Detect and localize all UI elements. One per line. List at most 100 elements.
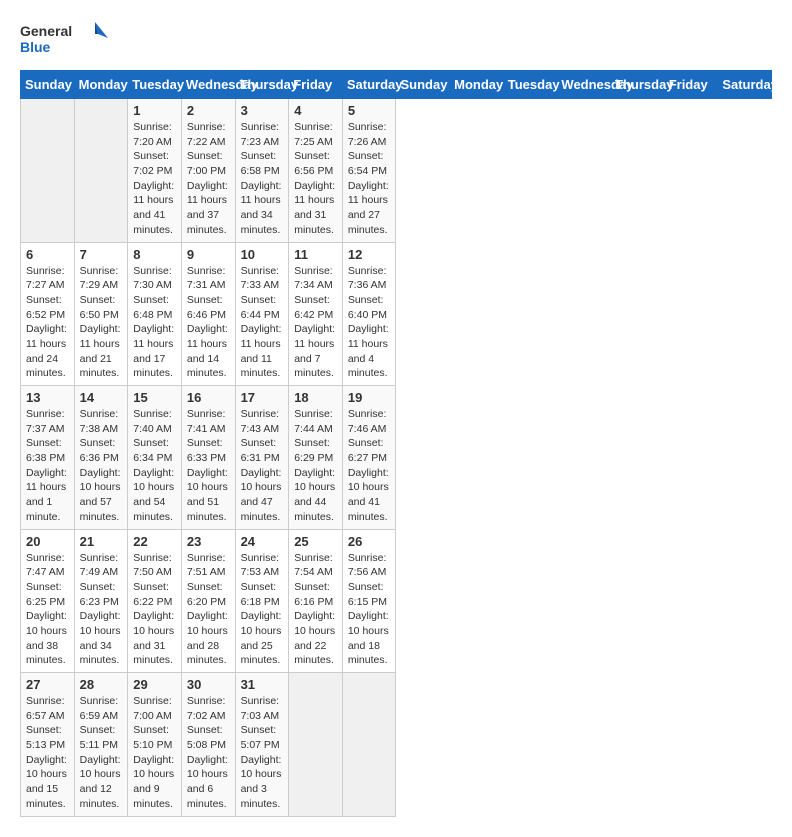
day-number: 31 bbox=[241, 677, 284, 692]
day-content: Sunrise: 7:38 AM Sunset: 6:36 PM Dayligh… bbox=[80, 407, 123, 525]
day-content: Sunrise: 7:44 AM Sunset: 6:29 PM Dayligh… bbox=[294, 407, 337, 525]
day-number: 26 bbox=[348, 534, 391, 549]
day-number: 1 bbox=[133, 103, 176, 118]
day-cell: 19 Sunrise: 7:46 AM Sunset: 6:27 PM Dayli… bbox=[342, 386, 396, 530]
day-header-saturday: Saturday bbox=[342, 71, 396, 99]
day-number: 2 bbox=[187, 103, 230, 118]
day-number: 19 bbox=[348, 390, 391, 405]
day-content: Sunrise: 7:37 AM Sunset: 6:38 PM Dayligh… bbox=[26, 407, 69, 525]
day-cell: 30 Sunrise: 7:02 AM Sunset: 5:08 PM Dayli… bbox=[181, 673, 235, 817]
day-header-wednesday: Wednesday bbox=[181, 71, 235, 99]
day-header-thursday: Thursday bbox=[235, 71, 289, 99]
day-content: Sunrise: 7:34 AM Sunset: 6:42 PM Dayligh… bbox=[294, 264, 337, 382]
day-number: 28 bbox=[80, 677, 123, 692]
day-cell bbox=[74, 99, 128, 243]
day-content: Sunrise: 7:43 AM Sunset: 6:31 PM Dayligh… bbox=[241, 407, 284, 525]
day-content: Sunrise: 7:33 AM Sunset: 6:44 PM Dayligh… bbox=[241, 264, 284, 382]
day-number: 4 bbox=[294, 103, 337, 118]
day-cell: 14 Sunrise: 7:38 AM Sunset: 6:36 PM Dayli… bbox=[74, 386, 128, 530]
day-cell: 20Sunrise: 7:47 AM Sunset: 6:25 PM Dayli… bbox=[21, 529, 75, 673]
week-row-1: 1 Sunrise: 7:20 AM Sunset: 7:02 PM Daylig… bbox=[21, 99, 772, 243]
day-cell: 7 Sunrise: 7:29 AM Sunset: 6:50 PM Daylig… bbox=[74, 242, 128, 386]
day-number: 21 bbox=[80, 534, 123, 549]
day-number: 29 bbox=[133, 677, 176, 692]
day-number: 13 bbox=[26, 390, 69, 405]
day-cell: 25 Sunrise: 7:54 AM Sunset: 6:16 PM Dayli… bbox=[289, 529, 343, 673]
day-cell: 11 Sunrise: 7:34 AM Sunset: 6:42 PM Dayli… bbox=[289, 242, 343, 386]
day-cell: 26Sunrise: 7:56 AM Sunset: 6:15 PM Dayli… bbox=[342, 529, 396, 673]
day-number: 14 bbox=[80, 390, 123, 405]
week-row-2: 6Sunrise: 7:27 AM Sunset: 6:52 PM Daylig… bbox=[21, 242, 772, 386]
day-header-friday: Friday bbox=[664, 71, 718, 99]
day-cell: 9 Sunrise: 7:31 AM Sunset: 6:46 PM Daylig… bbox=[181, 242, 235, 386]
day-content: Sunrise: 7:00 AM Sunset: 5:10 PM Dayligh… bbox=[133, 694, 176, 812]
day-number: 9 bbox=[187, 247, 230, 262]
day-header-friday: Friday bbox=[289, 71, 343, 99]
day-content: Sunrise: 7:29 AM Sunset: 6:50 PM Dayligh… bbox=[80, 264, 123, 382]
day-header-tuesday: Tuesday bbox=[503, 71, 557, 99]
day-header-thursday: Thursday bbox=[611, 71, 665, 99]
day-content: Sunrise: 7:22 AM Sunset: 7:00 PM Dayligh… bbox=[187, 120, 230, 238]
day-cell: 18 Sunrise: 7:44 AM Sunset: 6:29 PM Dayli… bbox=[289, 386, 343, 530]
page-header: General Blue bbox=[20, 20, 772, 60]
day-number: 5 bbox=[348, 103, 391, 118]
day-header-monday: Monday bbox=[74, 71, 128, 99]
day-cell bbox=[342, 673, 396, 817]
day-cell: 31 Sunrise: 7:03 AM Sunset: 5:07 PM Dayli… bbox=[235, 673, 289, 817]
day-cell: 16Sunrise: 7:41 AM Sunset: 6:33 PM Dayli… bbox=[181, 386, 235, 530]
day-content: Sunrise: 7:03 AM Sunset: 5:07 PM Dayligh… bbox=[241, 694, 284, 812]
day-cell: 24 Sunrise: 7:53 AM Sunset: 6:18 PM Dayli… bbox=[235, 529, 289, 673]
day-number: 12 bbox=[348, 247, 391, 262]
day-cell: 17 Sunrise: 7:43 AM Sunset: 6:31 PM Dayli… bbox=[235, 386, 289, 530]
day-number: 24 bbox=[241, 534, 284, 549]
day-number: 18 bbox=[294, 390, 337, 405]
day-header-tuesday: Tuesday bbox=[128, 71, 182, 99]
calendar-table: SundayMondayTuesdayWednesdayThursdayFrid… bbox=[20, 70, 772, 817]
day-number: 17 bbox=[241, 390, 284, 405]
day-number: 16 bbox=[187, 390, 230, 405]
day-header-sunday: Sunday bbox=[21, 71, 75, 99]
day-cell: 27 Sunrise: 6:57 AM Sunset: 5:13 PM Dayli… bbox=[21, 673, 75, 817]
day-content: Sunrise: 7:31 AM Sunset: 6:46 PM Dayligh… bbox=[187, 264, 230, 382]
week-row-5: 27 Sunrise: 6:57 AM Sunset: 5:13 PM Dayli… bbox=[21, 673, 772, 817]
day-number: 30 bbox=[187, 677, 230, 692]
day-content: Sunrise: 7:46 AM Sunset: 6:27 PM Dayligh… bbox=[348, 407, 391, 525]
day-cell: 21 Sunrise: 7:49 AM Sunset: 6:23 PM Dayli… bbox=[74, 529, 128, 673]
day-number: 20 bbox=[26, 534, 69, 549]
day-header-monday: Monday bbox=[450, 71, 504, 99]
day-number: 25 bbox=[294, 534, 337, 549]
day-content: Sunrise: 7:25 AM Sunset: 6:56 PM Dayligh… bbox=[294, 120, 337, 238]
day-cell: 8 Sunrise: 7:30 AM Sunset: 6:48 PM Daylig… bbox=[128, 242, 182, 386]
day-number: 3 bbox=[241, 103, 284, 118]
day-number: 7 bbox=[80, 247, 123, 262]
svg-text:Blue: Blue bbox=[20, 39, 51, 55]
day-number: 8 bbox=[133, 247, 176, 262]
day-cell: 2 Sunrise: 7:22 AM Sunset: 7:00 PM Daylig… bbox=[181, 99, 235, 243]
day-cell: 13 Sunrise: 7:37 AM Sunset: 6:38 PM Dayli… bbox=[21, 386, 75, 530]
day-number: 23 bbox=[187, 534, 230, 549]
day-number: 22 bbox=[133, 534, 176, 549]
day-cell: 12Sunrise: 7:36 AM Sunset: 6:40 PM Dayli… bbox=[342, 242, 396, 386]
week-row-4: 20Sunrise: 7:47 AM Sunset: 6:25 PM Dayli… bbox=[21, 529, 772, 673]
day-cell: 10Sunrise: 7:33 AM Sunset: 6:44 PM Dayli… bbox=[235, 242, 289, 386]
day-cell: 4 Sunrise: 7:25 AM Sunset: 6:56 PM Daylig… bbox=[289, 99, 343, 243]
day-content: Sunrise: 7:54 AM Sunset: 6:16 PM Dayligh… bbox=[294, 551, 337, 669]
day-content: Sunrise: 6:57 AM Sunset: 5:13 PM Dayligh… bbox=[26, 694, 69, 812]
day-content: Sunrise: 7:51 AM Sunset: 6:20 PM Dayligh… bbox=[187, 551, 230, 669]
day-content: Sunrise: 6:59 AM Sunset: 5:11 PM Dayligh… bbox=[80, 694, 123, 812]
day-content: Sunrise: 7:53 AM Sunset: 6:18 PM Dayligh… bbox=[241, 551, 284, 669]
day-content: Sunrise: 7:02 AM Sunset: 5:08 PM Dayligh… bbox=[187, 694, 230, 812]
day-content: Sunrise: 7:40 AM Sunset: 6:34 PM Dayligh… bbox=[133, 407, 176, 525]
day-content: Sunrise: 7:26 AM Sunset: 6:54 PM Dayligh… bbox=[348, 120, 391, 238]
day-cell: 1 Sunrise: 7:20 AM Sunset: 7:02 PM Daylig… bbox=[128, 99, 182, 243]
header-row: SundayMondayTuesdayWednesdayThursdayFrid… bbox=[21, 71, 772, 99]
day-cell: 29 Sunrise: 7:00 AM Sunset: 5:10 PM Dayli… bbox=[128, 673, 182, 817]
day-content: Sunrise: 7:30 AM Sunset: 6:48 PM Dayligh… bbox=[133, 264, 176, 382]
day-content: Sunrise: 7:20 AM Sunset: 7:02 PM Dayligh… bbox=[133, 120, 176, 238]
day-number: 11 bbox=[294, 247, 337, 262]
logo-svg: General Blue bbox=[20, 20, 110, 60]
day-content: Sunrise: 7:49 AM Sunset: 6:23 PM Dayligh… bbox=[80, 551, 123, 669]
day-number: 27 bbox=[26, 677, 69, 692]
day-cell: 6Sunrise: 7:27 AM Sunset: 6:52 PM Daylig… bbox=[21, 242, 75, 386]
day-cell: 22Sunrise: 7:50 AM Sunset: 6:22 PM Dayli… bbox=[128, 529, 182, 673]
